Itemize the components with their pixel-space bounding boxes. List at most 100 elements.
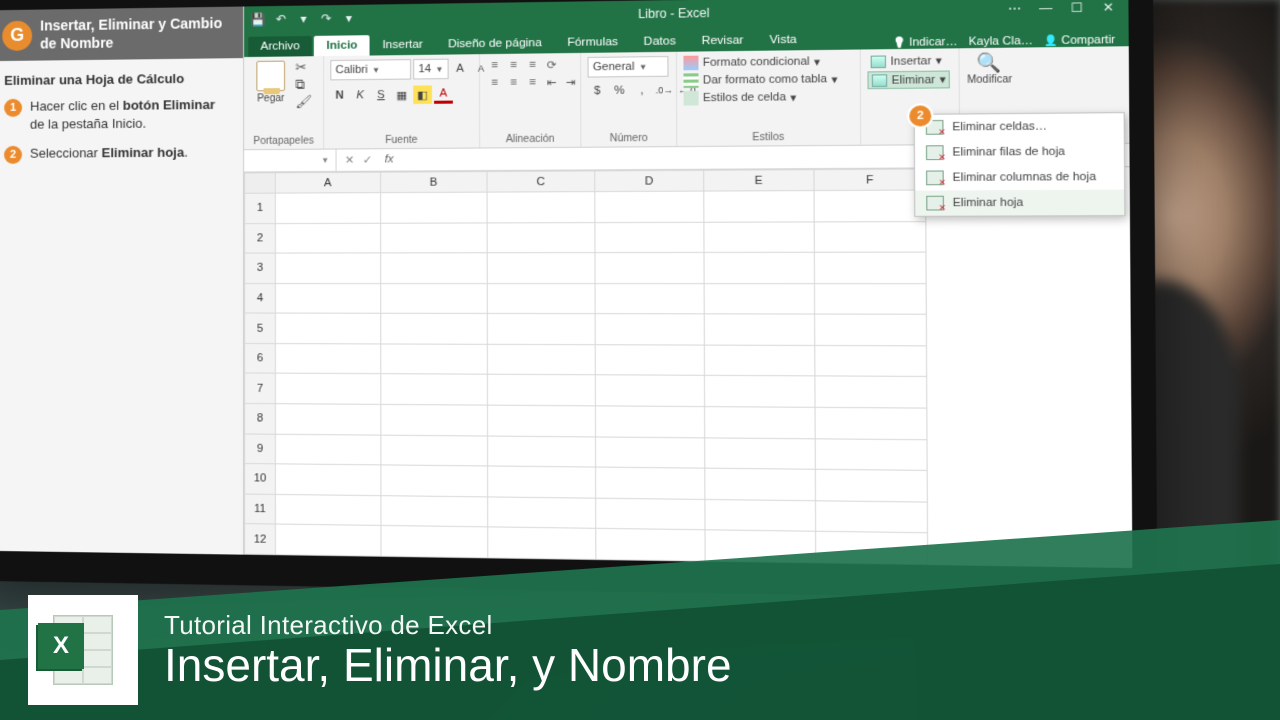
cell[interactable] — [381, 192, 488, 223]
row-header[interactable]: 7 — [245, 373, 276, 403]
cell[interactable] — [705, 468, 816, 500]
qat-more-icon[interactable]: ▾ — [295, 12, 311, 26]
tab-vista[interactable]: Vista — [756, 29, 810, 51]
delete-cells-button[interactable]: Eliminar▾ — [867, 70, 950, 89]
tab-insertar[interactable]: Insertar — [370, 34, 435, 55]
indent-dec-icon[interactable]: ⇤ — [543, 75, 560, 90]
cell[interactable] — [704, 345, 815, 376]
cell[interactable] — [705, 407, 816, 439]
align-middle-icon[interactable]: ≡ — [505, 58, 522, 73]
cell[interactable] — [487, 344, 595, 375]
col-header[interactable]: A — [275, 172, 380, 193]
indent-inc-icon[interactable]: ⇥ — [562, 75, 579, 90]
enter-icon[interactable]: ✓ — [363, 153, 373, 166]
row-header[interactable]: 2 — [245, 223, 276, 253]
cell[interactable] — [815, 314, 927, 345]
redo-icon[interactable]: ↷ — [318, 11, 334, 25]
cell[interactable] — [704, 191, 814, 222]
fill-color-button[interactable]: ◧ — [413, 85, 432, 104]
cell[interactable] — [487, 283, 595, 314]
align-top-icon[interactable]: ≡ — [486, 58, 503, 73]
tab-formulas[interactable]: Fórmulas — [555, 32, 631, 54]
format-as-table-button[interactable]: Dar formato como tabla▾ — [683, 72, 837, 88]
name-box[interactable]: ▼ — [244, 150, 336, 172]
row-header[interactable]: 9 — [245, 434, 276, 464]
save-icon[interactable]: 💾 — [250, 12, 266, 26]
cell[interactable] — [381, 283, 488, 313]
cell[interactable] — [704, 314, 815, 345]
cell[interactable] — [275, 343, 380, 374]
cell[interactable] — [595, 345, 704, 376]
cell[interactable] — [595, 283, 704, 314]
cell[interactable] — [381, 222, 488, 253]
underline-button[interactable]: S — [372, 86, 391, 105]
number-format-combo[interactable]: General▼ — [588, 56, 669, 78]
cell[interactable] — [487, 192, 595, 223]
cell[interactable] — [815, 345, 927, 377]
col-header[interactable]: D — [595, 170, 704, 191]
cell[interactable] — [487, 222, 595, 253]
currency-button[interactable]: $ — [588, 82, 607, 101]
cell[interactable] — [488, 466, 596, 498]
cell[interactable] — [275, 253, 380, 283]
cell[interactable] — [815, 438, 927, 470]
row-header[interactable]: 3 — [245, 253, 276, 283]
col-header[interactable]: C — [487, 171, 595, 192]
cell[interactable] — [275, 374, 380, 405]
italic-button[interactable]: K — [351, 86, 370, 105]
row-header[interactable]: 4 — [245, 283, 276, 313]
cell[interactable] — [487, 375, 595, 406]
format-painter-icon[interactable]: 🖌 — [295, 95, 312, 108]
copy-icon[interactable]: ⧉ — [295, 78, 312, 91]
cell[interactable] — [275, 404, 380, 435]
minimize-icon[interactable]: — — [1032, 1, 1059, 16]
tab-datos[interactable]: Datos — [631, 31, 689, 52]
row-header[interactable]: 8 — [245, 404, 276, 434]
border-button[interactable]: ▦ — [392, 86, 411, 105]
row-header[interactable]: 6 — [245, 343, 276, 373]
tab-revisar[interactable]: Revisar — [689, 30, 757, 52]
cell-styles-button[interactable]: Estilos de celda▾ — [684, 89, 838, 105]
row-header[interactable]: 1 — [245, 193, 276, 223]
cell[interactable] — [595, 253, 704, 284]
qat-more-icon[interactable]: ▾ — [341, 11, 358, 25]
share-button[interactable]: Compartir — [1044, 34, 1115, 48]
cell[interactable] — [704, 252, 814, 283]
cell[interactable] — [814, 283, 926, 314]
cell[interactable] — [814, 190, 926, 221]
cell[interactable] — [595, 375, 704, 406]
conditional-format-button[interactable]: Formato condicional▾ — [683, 54, 837, 70]
cell[interactable] — [381, 314, 488, 345]
row-header[interactable]: 5 — [245, 313, 276, 343]
cut-icon[interactable]: ✂ — [295, 60, 312, 73]
col-header[interactable]: F — [814, 169, 926, 191]
cell[interactable] — [704, 376, 815, 408]
maximize-icon[interactable]: ☐ — [1064, 0, 1091, 15]
increase-decimal-button[interactable]: .0→ — [655, 81, 674, 100]
cell[interactable] — [487, 405, 595, 436]
menu-delete-columns[interactable]: Eliminar columnas de hoja — [915, 164, 1124, 190]
cell[interactable] — [704, 221, 814, 252]
col-header[interactable]: B — [381, 172, 487, 193]
grow-font-icon[interactable]: A — [451, 59, 470, 78]
cell[interactable] — [381, 404, 488, 435]
cancel-icon[interactable]: ✕ — [345, 153, 355, 166]
cell[interactable] — [275, 464, 381, 495]
orientation-icon[interactable]: ⟳ — [543, 57, 560, 72]
font-name-combo[interactable]: Calibri▼ — [330, 59, 411, 80]
row-header[interactable]: 10 — [245, 464, 276, 494]
cell[interactable] — [487, 314, 595, 345]
ribbon-display-icon[interactable]: ⋯ — [1001, 1, 1028, 16]
cell[interactable] — [595, 191, 704, 222]
cell[interactable] — [705, 437, 816, 469]
align-center-icon[interactable]: ≡ — [505, 75, 522, 90]
font-color-button[interactable]: A — [434, 85, 453, 104]
cell[interactable] — [595, 314, 704, 345]
col-header[interactable]: E — [704, 170, 814, 191]
select-all-corner[interactable] — [245, 173, 276, 193]
menu-delete-sheet[interactable]: Eliminar hoja — [915, 190, 1124, 216]
paste-button[interactable]: Pegar — [250, 61, 291, 105]
undo-icon[interactable]: ↶ — [273, 12, 289, 26]
fx-icon[interactable]: fx — [385, 153, 394, 166]
align-right-icon[interactable]: ≡ — [524, 75, 541, 90]
